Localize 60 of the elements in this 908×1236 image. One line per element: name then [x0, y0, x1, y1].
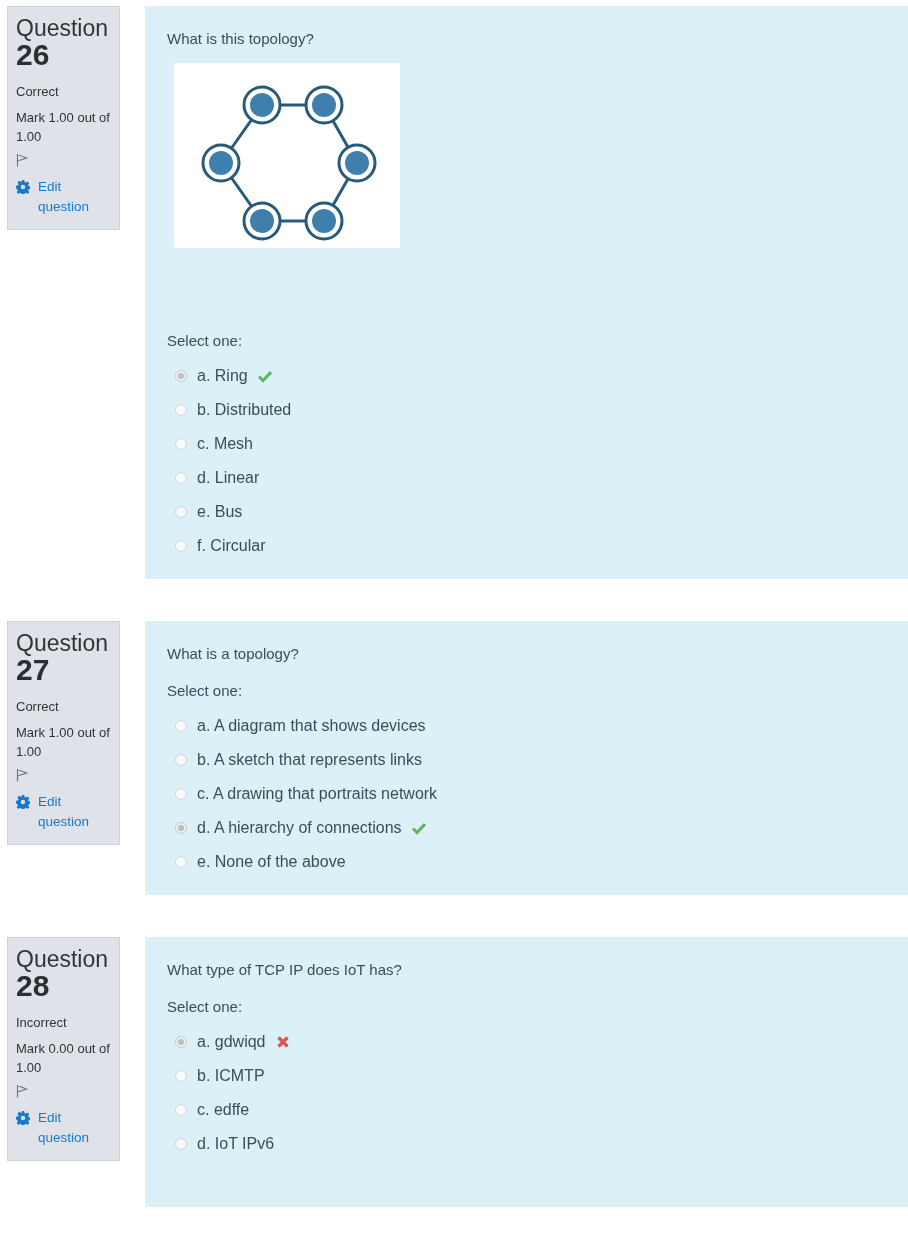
radio-button[interactable] — [175, 540, 187, 552]
question-number: 28 — [16, 971, 50, 1001]
answer-option[interactable]: d. A hierarchy of connections — [197, 819, 402, 837]
edit-question-link[interactable]: Edit question — [38, 176, 111, 218]
question-text: What type of TCP IP does IoT has? — [167, 961, 403, 978]
answer-option[interactable]: b. ICMTP — [197, 1067, 265, 1085]
flag-icon[interactable] — [16, 1083, 28, 1098]
question-label: Question — [16, 632, 110, 655]
answer-option[interactable]: d. IoT IPv6 — [197, 1135, 275, 1153]
select-one-label: Select one: — [167, 682, 244, 699]
radio-button[interactable] — [175, 1036, 187, 1048]
answer-option[interactable]: a. A diagram that shows devices — [197, 717, 426, 735]
radio-button[interactable] — [175, 754, 187, 766]
gear-icon[interactable] — [16, 1110, 30, 1125]
answer-option[interactable]: a. Ring — [197, 367, 248, 385]
answer-option[interactable]: a. gdwiqd — [197, 1033, 266, 1051]
radio-button[interactable] — [175, 822, 187, 834]
radio-button[interactable] — [175, 1070, 187, 1082]
question-mark: Mark 0.00 out of 1.00 — [16, 1040, 111, 1077]
answer-option[interactable]: f. Circular — [197, 537, 266, 555]
question-mark: Mark 1.00 out of 1.00 — [16, 724, 111, 761]
question-status: Correct — [16, 699, 60, 714]
radio-button[interactable] — [175, 506, 187, 518]
answer-option[interactable]: b. Distributed — [197, 401, 292, 419]
edit-question-link[interactable]: Edit question — [38, 1107, 111, 1149]
question-number: 27 — [16, 655, 50, 685]
radio-button[interactable] — [175, 788, 187, 800]
answer-option[interactable]: d. Linear — [197, 469, 260, 487]
gear-icon[interactable] — [16, 794, 30, 809]
answer-option[interactable]: e. None of the above — [197, 853, 346, 871]
answer-option[interactable]: c. A drawing that portraits network — [197, 785, 438, 803]
flag-icon[interactable] — [16, 767, 28, 782]
question-label: Question — [16, 948, 110, 971]
gear-icon[interactable] — [16, 179, 30, 194]
check-icon — [257, 369, 272, 383]
cross-icon — [275, 1035, 290, 1049]
select-one-label: Select one: — [167, 998, 244, 1015]
question-text: What is a topology? — [167, 645, 300, 662]
question-status: Correct — [16, 84, 60, 99]
check-icon — [411, 821, 426, 835]
answer-option[interactable]: c. edffe — [197, 1101, 250, 1119]
answer-option[interactable]: c. Mesh — [197, 435, 253, 453]
answer-option[interactable]: b. A sketch that represents links — [197, 751, 422, 769]
radio-button[interactable] — [175, 1138, 187, 1150]
radio-button[interactable] — [175, 404, 187, 416]
radio-button[interactable] — [175, 370, 187, 382]
radio-button[interactable] — [175, 856, 187, 868]
question-status: Incorrect — [16, 1015, 68, 1030]
radio-button[interactable] — [175, 472, 187, 484]
answer-option[interactable]: e. Bus — [197, 503, 243, 521]
question-number: 26 — [16, 40, 50, 70]
radio-button[interactable] — [175, 720, 187, 732]
flag-icon[interactable] — [16, 152, 28, 167]
radio-button[interactable] — [175, 1104, 187, 1116]
question-mark: Mark 1.00 out of 1.00 — [16, 109, 111, 146]
radio-button[interactable] — [175, 438, 187, 450]
question-label: Question — [16, 17, 110, 40]
question-text: What is this topology? — [167, 30, 315, 47]
select-one-label: Select one: — [167, 332, 244, 349]
edit-question-link[interactable]: Edit question — [38, 791, 111, 833]
